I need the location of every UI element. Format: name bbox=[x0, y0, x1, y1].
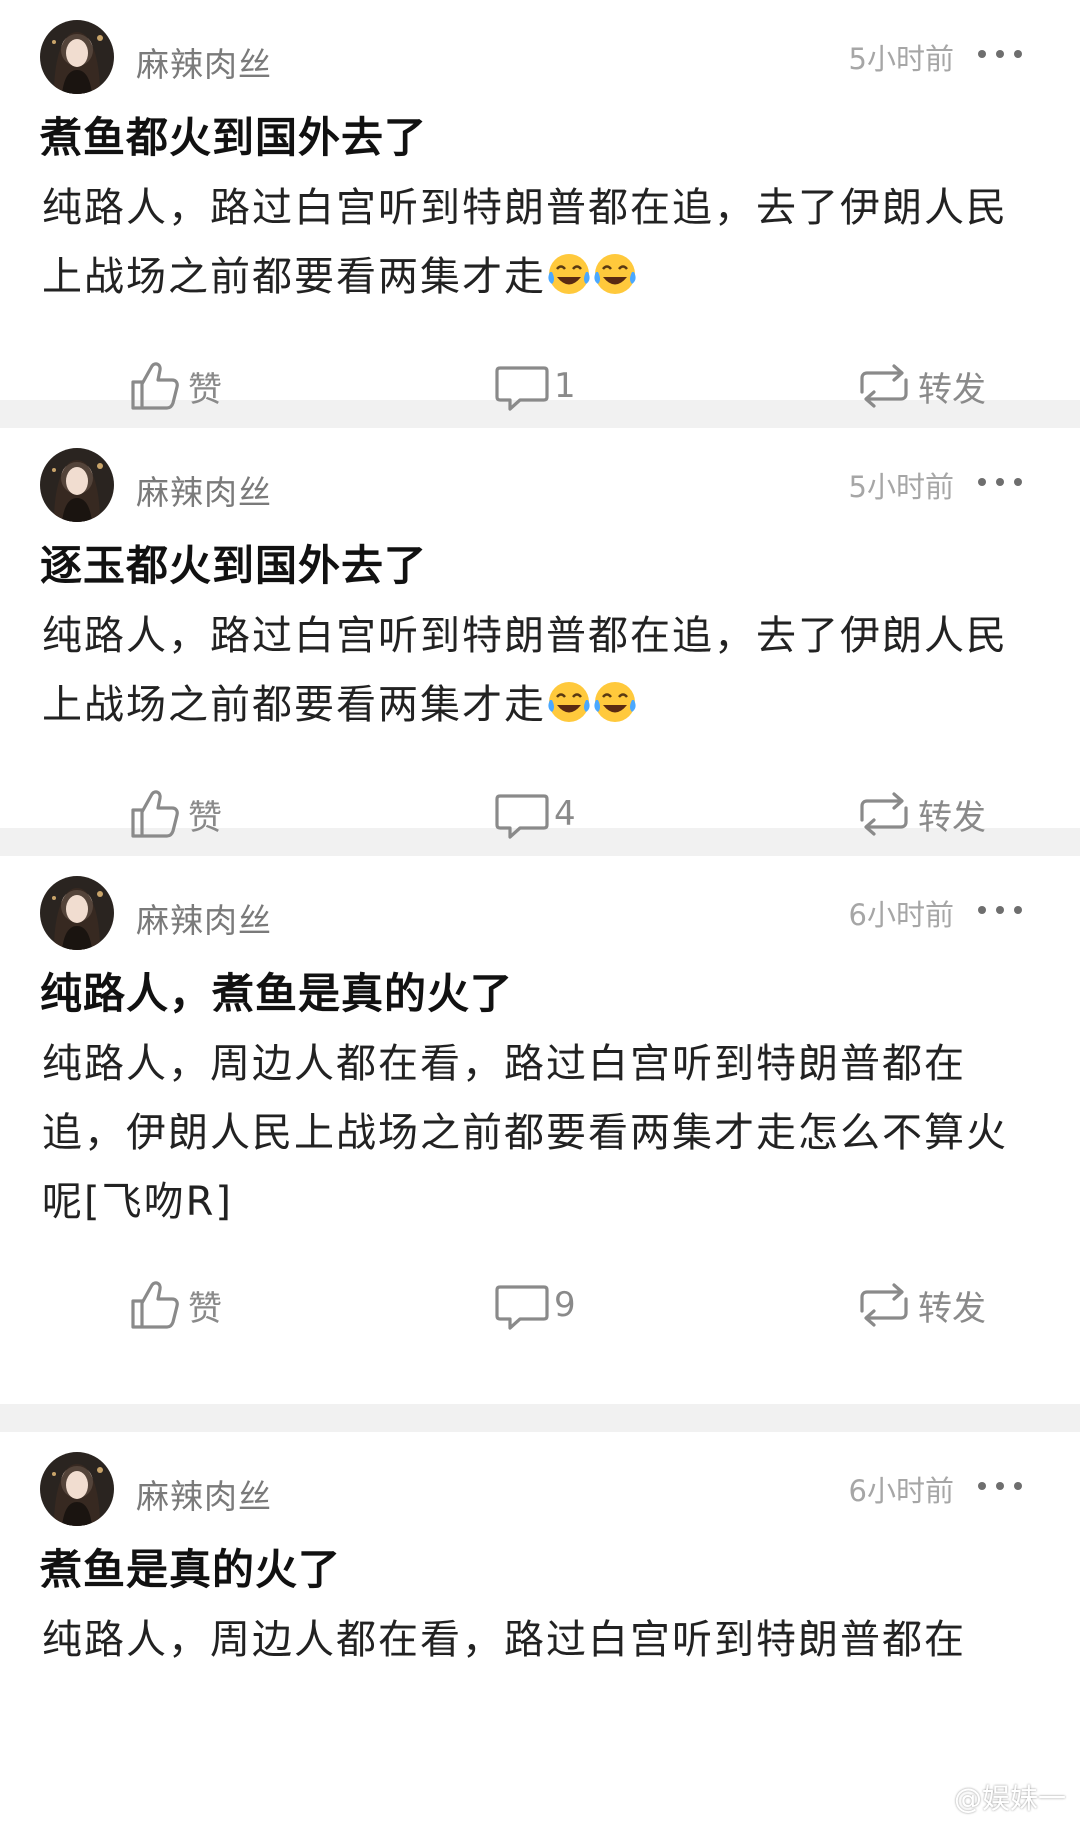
post-header: 麻辣肉丝 6小时前 bbox=[0, 1432, 1080, 1542]
post-card[interactable]: 麻辣肉丝 6小时前 纯路人，煮鱼是真的火了 纯路人，周边人都在看，路过白宫听到特… bbox=[0, 856, 1080, 1404]
post-header: 麻辣肉丝 6小时前 bbox=[0, 856, 1080, 966]
comment-count: 9 bbox=[554, 1285, 576, 1325]
post-body-text: 纯路人，周边人都在看，路过白宫听到特朗普都在追，伊朗人民上战场之前都要看两集才走… bbox=[42, 1041, 1008, 1225]
post-time: 6小时前 bbox=[848, 1474, 954, 1508]
post-time: 5小时前 bbox=[848, 470, 954, 504]
post-title: 逐玉都火到国外去了 bbox=[40, 541, 428, 590]
comment-feed: 麻辣肉丝 5小时前 煮鱼都火到国外去了 纯路人，路过白宫听到特朗普都在追，去了伊… bbox=[0, 0, 1080, 1732]
post-time: 5小时前 bbox=[848, 42, 954, 76]
post-card[interactable]: 麻辣肉丝 5小时前 逐玉都火到国外去了 纯路人，路过白宫听到特朗普都在追，去了伊… bbox=[0, 428, 1080, 839]
post-body: 纯路人，周边人都在看，路过白宫听到特朗普都在 bbox=[42, 1606, 1040, 1675]
comment-button[interactable]: 4 bbox=[494, 784, 576, 844]
avatar[interactable] bbox=[40, 1452, 114, 1526]
post-actions: 赞 9 转发 bbox=[0, 1237, 1080, 1373]
like-label: 赞 bbox=[188, 369, 222, 410]
post-body: 纯路人，周边人都在看，路过白宫听到特朗普都在追，伊朗人民上战场之前都要看两集才走… bbox=[42, 1030, 1040, 1237]
repost-arrows-icon bbox=[860, 1283, 908, 1327]
post-body-text: 纯路人，路过白宫听到特朗普都在追，去了伊朗人民上战场之前都要看两集才走 bbox=[42, 613, 1008, 728]
post-body-text: 纯路人，周边人都在看，路过白宫听到特朗普都在 bbox=[42, 1617, 966, 1663]
tears-of-joy-emoji bbox=[592, 677, 638, 746]
post-title: 煮鱼都火到国外去了 bbox=[40, 113, 428, 162]
repost-arrows-icon bbox=[860, 792, 908, 836]
repost-label: 转发 bbox=[918, 369, 986, 410]
repost-button[interactable]: 转发 bbox=[854, 784, 986, 844]
comment-bubble-icon bbox=[495, 1285, 549, 1330]
post-card[interactable]: 麻辣肉丝 6小时前 煮鱼是真的火了 纯路人，周边人都在看，路过白宫听到特朗普都在 bbox=[0, 1432, 1080, 1732]
like-button[interactable]: 赞 bbox=[128, 356, 222, 416]
comment-button[interactable]: 1 bbox=[494, 356, 576, 416]
author-name[interactable]: 麻辣肉丝 bbox=[136, 466, 272, 514]
post-header: 麻辣肉丝 5小时前 bbox=[0, 428, 1080, 538]
more-dots-icon[interactable] bbox=[978, 1468, 1022, 1504]
tears-of-joy-emoji bbox=[546, 677, 592, 746]
watermark: @娱妹一 bbox=[953, 1782, 1066, 1815]
post-card[interactable]: 麻辣肉丝 5小时前 煮鱼都火到国外去了 纯路人，路过白宫听到特朗普都在追，去了伊… bbox=[0, 0, 1080, 411]
thumbs-up-icon bbox=[131, 790, 179, 838]
like-button[interactable]: 赞 bbox=[128, 784, 222, 844]
comment-bubble-icon bbox=[495, 366, 549, 411]
like-label: 赞 bbox=[188, 1288, 222, 1329]
post-title: 纯路人，煮鱼是真的火了 bbox=[40, 969, 514, 1018]
tears-of-joy-emoji bbox=[546, 249, 592, 318]
author-name[interactable]: 麻辣肉丝 bbox=[136, 1470, 272, 1518]
avatar[interactable] bbox=[40, 876, 114, 950]
more-dots-icon[interactable] bbox=[978, 36, 1022, 72]
like-label: 赞 bbox=[188, 797, 222, 838]
post-header: 麻辣肉丝 5小时前 bbox=[0, 0, 1080, 110]
post-time: 6小时前 bbox=[848, 898, 954, 932]
avatar[interactable] bbox=[40, 20, 114, 94]
repost-label: 转发 bbox=[918, 797, 986, 838]
thumbs-up-icon bbox=[131, 1281, 179, 1329]
author-name[interactable]: 麻辣肉丝 bbox=[136, 894, 272, 942]
comment-count: 4 bbox=[554, 794, 576, 834]
comment-count: 1 bbox=[554, 366, 576, 406]
repost-button[interactable]: 转发 bbox=[854, 356, 986, 416]
comment-bubble-icon bbox=[495, 794, 549, 839]
author-name[interactable]: 麻辣肉丝 bbox=[136, 38, 272, 86]
post-body: 纯路人，路过白宫听到特朗普都在追，去了伊朗人民上战场之前都要看两集才走 bbox=[42, 602, 1040, 746]
repost-arrows-icon bbox=[860, 364, 908, 408]
like-button[interactable]: 赞 bbox=[128, 1275, 222, 1335]
post-body: 纯路人，路过白宫听到特朗普都在追，去了伊朗人民上战场之前都要看两集才走 bbox=[42, 174, 1040, 318]
more-dots-icon[interactable] bbox=[978, 464, 1022, 500]
thumbs-up-icon bbox=[131, 362, 179, 410]
divider bbox=[0, 1404, 1080, 1432]
more-dots-icon[interactable] bbox=[978, 892, 1022, 928]
comment-button[interactable]: 9 bbox=[494, 1275, 576, 1335]
post-body-text: 纯路人，路过白宫听到特朗普都在追，去了伊朗人民上战场之前都要看两集才走 bbox=[42, 185, 1008, 300]
post-title: 煮鱼是真的火了 bbox=[40, 1545, 342, 1594]
avatar[interactable] bbox=[40, 448, 114, 522]
tears-of-joy-emoji bbox=[592, 249, 638, 318]
repost-button[interactable]: 转发 bbox=[854, 1275, 986, 1335]
repost-label: 转发 bbox=[918, 1288, 986, 1329]
